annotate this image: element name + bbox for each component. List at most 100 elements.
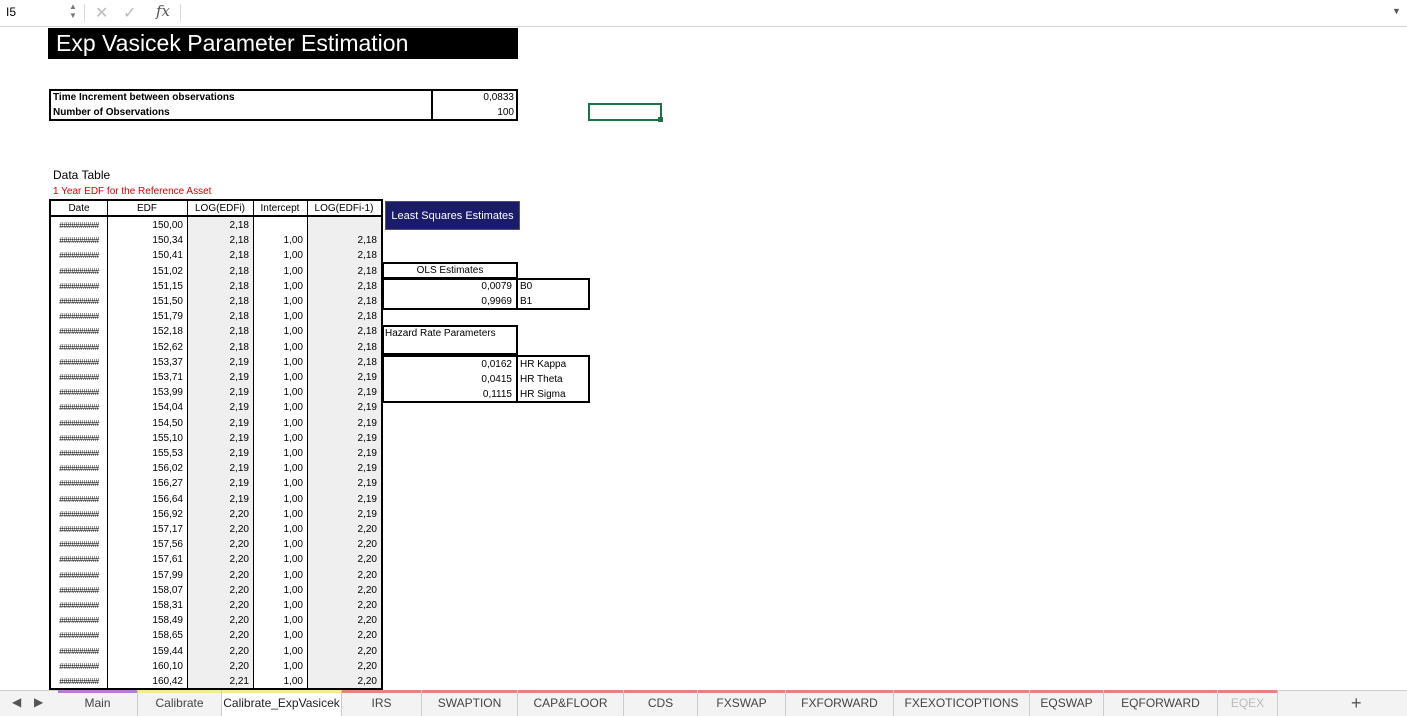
- table-cell[interactable]: 2,20: [187, 568, 253, 583]
- table-cell[interactable]: 2,18: [307, 294, 381, 309]
- table-cell[interactable]: 156,27: [107, 476, 187, 491]
- table-cell[interactable]: 2,19: [187, 355, 253, 370]
- table-cell[interactable]: 154,04: [107, 400, 187, 415]
- table-cell[interactable]: 2,20: [187, 507, 253, 522]
- table-cell[interactable]: 2,19: [187, 461, 253, 476]
- table-cell[interactable]: ##########: [51, 598, 107, 613]
- column-header[interactable]: LOG(EDFi-1): [307, 201, 381, 217]
- table-cell[interactable]: 2,19: [187, 492, 253, 507]
- table-cell[interactable]: 1,00: [253, 476, 307, 491]
- table-cell[interactable]: 1,00: [253, 522, 307, 537]
- table-cell[interactable]: 155,53: [107, 446, 187, 461]
- fill-handle[interactable]: [658, 117, 663, 122]
- table-cell[interactable]: 157,61: [107, 552, 187, 567]
- table-cell[interactable]: 2,20: [307, 583, 381, 598]
- table-cell[interactable]: 151,79: [107, 309, 187, 324]
- table-cell[interactable]: 2,18: [187, 233, 253, 248]
- table-cell[interactable]: 2,20: [307, 568, 381, 583]
- hazard-value[interactable]: 0,0415: [382, 372, 512, 387]
- sheet-tab-calibrate-expvasicek[interactable]: Calibrate_ExpVasicek: [222, 690, 342, 716]
- table-cell[interactable]: 153,71: [107, 370, 187, 385]
- table-cell[interactable]: 2,21: [187, 674, 253, 688]
- scroll-right-icon[interactable]: ▶: [34, 695, 43, 709]
- table-cell[interactable]: 2,19: [187, 400, 253, 415]
- sheet-tab-eqforward[interactable]: EQFORWARD: [1104, 690, 1218, 716]
- table-cell[interactable]: 2,18: [307, 264, 381, 279]
- table-cell[interactable]: 2,18: [187, 340, 253, 355]
- table-cell[interactable]: 2,19: [187, 446, 253, 461]
- sheet-tab-main[interactable]: Main: [58, 690, 138, 716]
- table-cell[interactable]: ##########: [51, 218, 107, 233]
- table-cell[interactable]: ##########: [51, 340, 107, 355]
- table-cell[interactable]: 1,00: [253, 628, 307, 643]
- table-cell[interactable]: 2,20: [187, 583, 253, 598]
- table-cell[interactable]: 1,00: [253, 400, 307, 415]
- table-cell[interactable]: 2,19: [187, 370, 253, 385]
- table-cell[interactable]: 151,02: [107, 264, 187, 279]
- table-cell[interactable]: 2,18: [187, 324, 253, 339]
- table-cell[interactable]: 1,00: [253, 674, 307, 688]
- table-cell[interactable]: 158,65: [107, 628, 187, 643]
- table-cell[interactable]: 2,18: [187, 264, 253, 279]
- table-cell[interactable]: 160,42: [107, 674, 187, 688]
- table-cell[interactable]: 2,18: [307, 355, 381, 370]
- table-cell[interactable]: 158,07: [107, 583, 187, 598]
- hazard-value[interactable]: 0,1115: [382, 387, 512, 402]
- table-cell[interactable]: ##########: [51, 492, 107, 507]
- table-cell[interactable]: 2,20: [187, 522, 253, 537]
- table-cell[interactable]: ##########: [51, 416, 107, 431]
- table-cell[interactable]: 2,18: [187, 218, 253, 233]
- sheet-tab-fxswap[interactable]: FXSWAP: [698, 690, 786, 716]
- table-cell[interactable]: ##########: [51, 552, 107, 567]
- table-cell[interactable]: 156,02: [107, 461, 187, 476]
- table-cell[interactable]: 2,19: [307, 476, 381, 491]
- table-cell[interactable]: 2,19: [307, 507, 381, 522]
- table-cell[interactable]: 1,00: [253, 461, 307, 476]
- column-header[interactable]: Date: [51, 201, 107, 217]
- table-cell[interactable]: 1,00: [253, 370, 307, 385]
- table-cell[interactable]: 152,18: [107, 324, 187, 339]
- table-cell[interactable]: 2,19: [307, 446, 381, 461]
- table-cell[interactable]: 1,00: [253, 446, 307, 461]
- table-cell[interactable]: 1,00: [253, 416, 307, 431]
- table-cell[interactable]: ##########: [51, 476, 107, 491]
- table-cell[interactable]: 156,64: [107, 492, 187, 507]
- column-header[interactable]: LOG(EDFi): [187, 201, 253, 217]
- table-cell[interactable]: 1,00: [253, 309, 307, 324]
- table-cell[interactable]: ##########: [51, 507, 107, 522]
- table-cell[interactable]: 2,20: [307, 522, 381, 537]
- table-cell[interactable]: ##########: [51, 568, 107, 583]
- table-cell[interactable]: ##########: [51, 461, 107, 476]
- sheet-tab-calibrate[interactable]: Calibrate: [138, 690, 222, 716]
- column-header[interactable]: Intercept: [253, 201, 307, 217]
- table-cell[interactable]: 2,18: [187, 248, 253, 263]
- table-cell[interactable]: 2,19: [187, 416, 253, 431]
- table-cell[interactable]: 2,20: [307, 613, 381, 628]
- table-cell[interactable]: 150,34: [107, 233, 187, 248]
- param-value[interactable]: 0,0833: [483, 91, 514, 105]
- sheet-tab-fxexoticoptions[interactable]: FXEXOTICOPTIONS: [894, 690, 1030, 716]
- table-cell[interactable]: 1,00: [253, 613, 307, 628]
- table-cell[interactable]: 2,19: [187, 431, 253, 446]
- table-cell[interactable]: 154,50: [107, 416, 187, 431]
- table-cell[interactable]: 1,00: [253, 431, 307, 446]
- table-cell[interactable]: ##########: [51, 446, 107, 461]
- table-cell[interactable]: 1,00: [253, 355, 307, 370]
- table-cell[interactable]: 2,20: [307, 644, 381, 659]
- table-cell[interactable]: ##########: [51, 355, 107, 370]
- table-cell[interactable]: ##########: [51, 233, 107, 248]
- table-cell[interactable]: 1,00: [253, 537, 307, 552]
- table-cell[interactable]: 153,99: [107, 385, 187, 400]
- table-cell[interactable]: 2,19: [307, 370, 381, 385]
- table-cell[interactable]: 2,19: [187, 385, 253, 400]
- sheet-tab-cds[interactable]: CDS: [624, 690, 698, 716]
- table-cell[interactable]: 2,20: [187, 537, 253, 552]
- table-cell[interactable]: 150,00: [107, 218, 187, 233]
- table-cell[interactable]: ##########: [51, 613, 107, 628]
- expand-formula-icon[interactable]: ▼: [1392, 6, 1401, 16]
- table-cell[interactable]: 2,19: [307, 385, 381, 400]
- table-cell[interactable]: 2,19: [307, 492, 381, 507]
- table-cell[interactable]: 1,00: [253, 644, 307, 659]
- table-cell[interactable]: 158,49: [107, 613, 187, 628]
- table-cell[interactable]: 1,00: [253, 492, 307, 507]
